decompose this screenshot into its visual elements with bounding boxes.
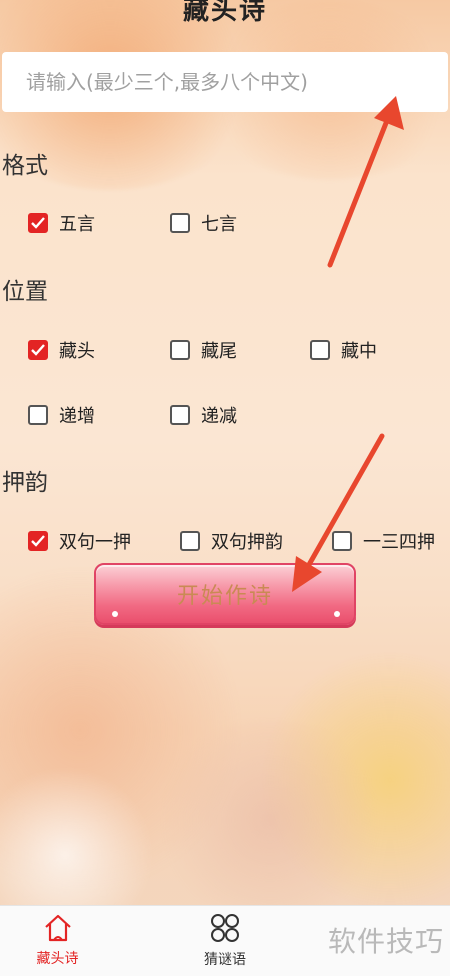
annotation-arrows [292,96,404,592]
checkbox-icon[interactable] [332,531,352,551]
watermark-text: 软件技巧 [327,925,444,958]
start-poem-label: 开始作诗 [176,584,273,609]
checkbox-icon[interactable] [170,405,190,425]
option-label: 递减 [201,406,237,427]
button-highlight-dot [334,611,340,617]
section-label-position: 位置 [2,279,48,305]
option-shuangju-yiya[interactable]: 双句一押 [28,528,131,554]
checkbox-icon[interactable] [28,405,48,425]
option-label: 藏头 [59,341,95,362]
checkbox-checked-icon[interactable] [28,340,48,360]
option-shuangju-yayun[interactable]: 双句押韵 [180,528,283,554]
option-label: 双句押韵 [211,532,283,553]
option-cangzhong[interactable]: 藏中 [310,337,377,363]
section-label-format: 格式 [2,153,48,179]
option-wuyan[interactable]: 五言 [28,210,95,236]
clover-icon [211,914,239,942]
checkbox-icon[interactable] [170,213,190,233]
option-label: 藏中 [341,341,377,362]
background-decoration [0,0,450,976]
option-qiyan[interactable]: 七言 [170,210,237,236]
section-label-rhyme: 押韵 [2,470,48,496]
checkbox-icon[interactable] [180,531,200,551]
page-title: 藏头诗 [182,0,267,26]
tab-label: 藏头诗 [36,951,79,967]
acrostic-text-input[interactable] [2,52,448,112]
home-icon [44,914,71,942]
option-label: 七言 [201,214,237,235]
option-label: 递增 [59,406,95,427]
option-cangwei[interactable]: 藏尾 [170,337,237,363]
option-label: 五言 [59,214,95,235]
option-cangtou[interactable]: 藏头 [28,337,95,363]
button-highlight-dot [112,611,118,617]
option-yisansi-ya[interactable]: 一三四押 [332,528,435,554]
option-label: 藏尾 [201,341,237,362]
tab-caimiyu[interactable]: 猜谜语 [170,906,280,976]
option-label: 一三四押 [363,532,435,553]
checkbox-checked-icon[interactable] [28,531,48,551]
option-label: 双句一押 [59,532,131,553]
start-poem-button[interactable]: 开始作诗 [94,563,356,625]
checkbox-icon[interactable] [170,340,190,360]
option-dijian[interactable]: 递减 [170,402,237,428]
tab-cangtoushi[interactable]: 藏头诗 [0,906,115,976]
arrow-to-input-icon [327,96,404,268]
option-dizeng[interactable]: 递增 [28,402,95,428]
checkbox-icon[interactable] [310,340,330,360]
tab-label: 猜谜语 [204,952,246,968]
checkbox-checked-icon[interactable] [28,213,48,233]
